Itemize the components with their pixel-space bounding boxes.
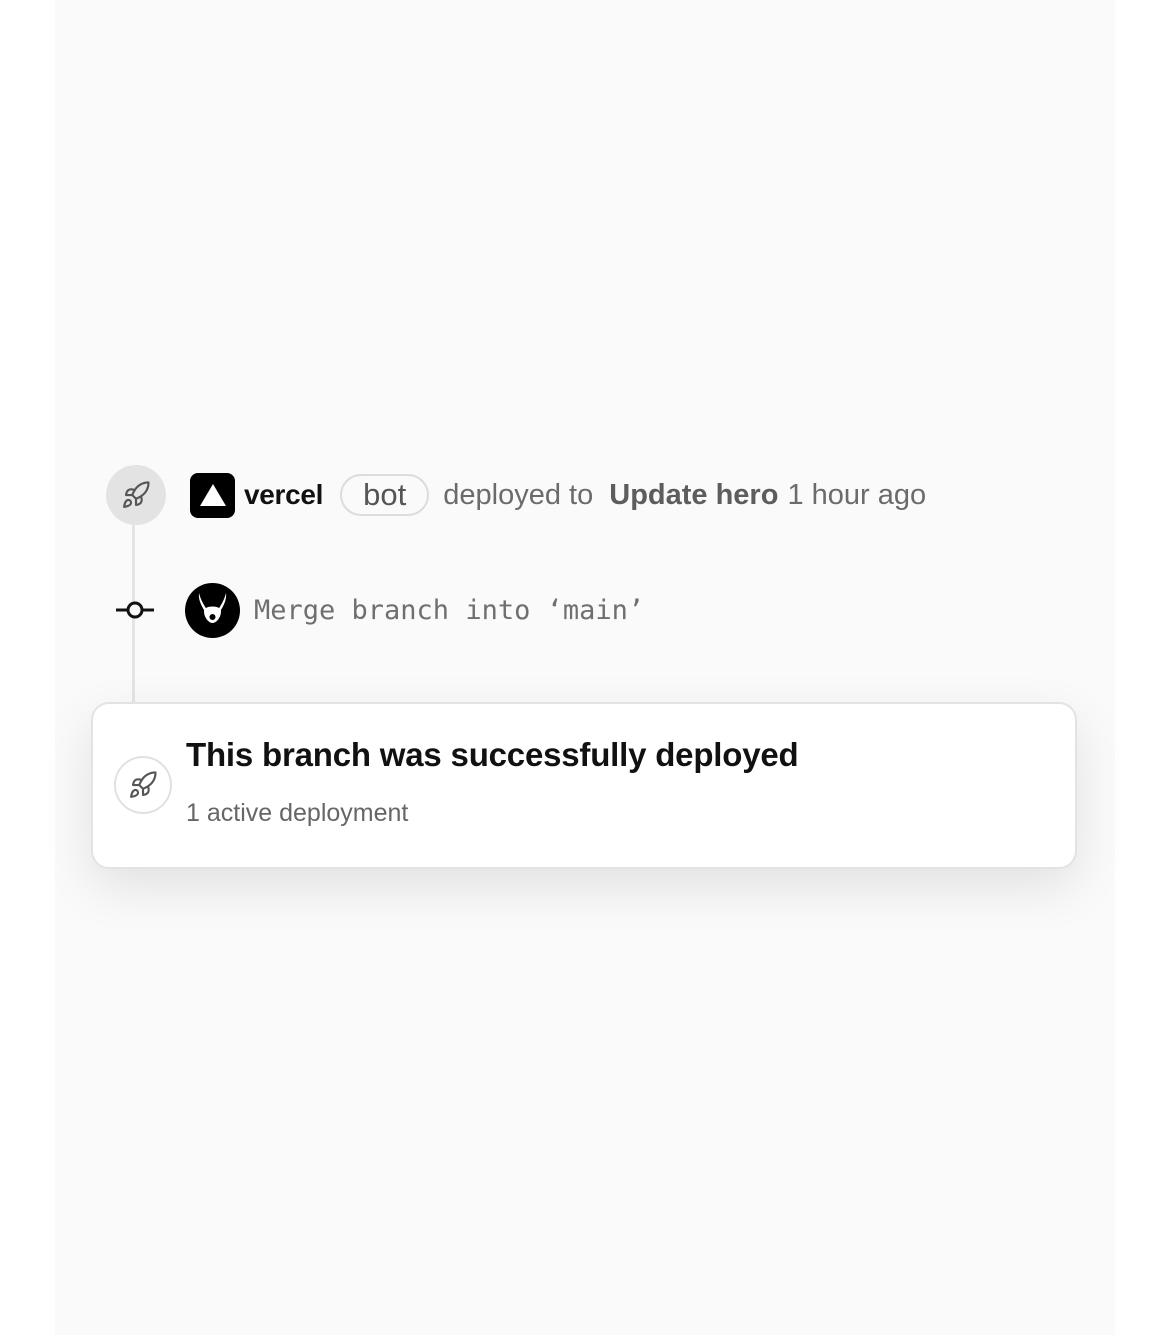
deployment-status-card[interactable]: This branch was successfully deployed 1 …	[91, 702, 1077, 869]
commit-row: Merge branch into ‘main’	[116, 582, 644, 638]
deploy-target-link[interactable]: Update hero	[609, 479, 778, 512]
active-deployments-link[interactable]: 1 active deployment	[186, 799, 408, 828]
card-title: This branch was successfully deployed	[186, 736, 799, 773]
bot-badge: bot	[340, 474, 430, 516]
commit-message[interactable]: Merge branch into ‘main’	[254, 595, 644, 626]
rabbit-avatar[interactable]	[185, 582, 240, 638]
deploy-event-row: vercel bot deployed to Update hero 1 hou…	[106, 464, 926, 526]
git-commit-icon	[116, 600, 154, 620]
event-action-text: deployed to	[443, 478, 594, 511]
vercel-logo-icon[interactable]	[190, 472, 235, 518]
rocket-icon	[114, 756, 172, 814]
actor-name[interactable]: vercel	[244, 479, 323, 511]
timeline-panel	[55, 0, 1115, 1335]
event-timestamp: 1 hour ago	[787, 478, 927, 511]
rocket-icon	[106, 465, 166, 525]
